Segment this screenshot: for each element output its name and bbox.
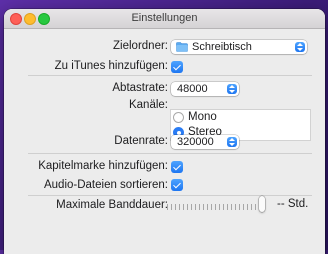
chevron-up-down-icon bbox=[227, 137, 237, 147]
divider bbox=[28, 75, 312, 76]
target-folder-value: Schreibtisch bbox=[192, 41, 252, 53]
folder-icon bbox=[176, 42, 188, 52]
divider bbox=[28, 153, 312, 154]
chevron-up-down-icon bbox=[295, 42, 305, 52]
data-rate-label: Datenrate: bbox=[114, 135, 168, 147]
target-folder-label: Zielordner: bbox=[113, 40, 168, 52]
divider bbox=[28, 195, 312, 196]
sort-audio-label: Audio-Dateien sortieren: bbox=[43, 179, 168, 191]
max-band-duration-unit: Std. bbox=[287, 198, 309, 210]
max-band-duration-value: -- bbox=[277, 198, 285, 210]
sample-rate-label: Abtastrate: bbox=[112, 82, 168, 94]
radio-mono[interactable] bbox=[173, 112, 184, 123]
radio-mono-label[interactable]: Mono bbox=[188, 111, 217, 123]
sample-rate-popup[interactable]: 48000 bbox=[171, 82, 239, 96]
max-band-duration-slider-thumb[interactable] bbox=[259, 196, 265, 212]
chevron-up-down-icon bbox=[227, 84, 237, 94]
data-rate-value: 320000 bbox=[177, 136, 214, 148]
chapter-marks-label: Kapitelmarke hinzufügen: bbox=[38, 160, 168, 172]
preferences-window: Einstellungen Zielordner: Schreibtisch Z… bbox=[4, 9, 325, 254]
max-band-duration-label: Maximale Banddauer: bbox=[56, 199, 168, 211]
channels-label: Kanäle: bbox=[128, 99, 168, 111]
add-to-itunes-checkbox[interactable] bbox=[171, 61, 183, 73]
max-band-duration-slider-track[interactable] bbox=[167, 202, 265, 212]
target-folder-popup[interactable]: Schreibtisch bbox=[171, 40, 307, 54]
chapter-marks-checkbox[interactable] bbox=[171, 161, 183, 173]
add-to-itunes-label: Zu iTunes hinzufügen: bbox=[54, 60, 168, 72]
title-bar: Einstellungen bbox=[4, 9, 325, 29]
max-band-duration-readout: -- Std. bbox=[277, 198, 308, 210]
data-rate-popup[interactable]: 320000 bbox=[171, 135, 239, 149]
sort-audio-checkbox[interactable] bbox=[171, 179, 183, 191]
sample-rate-value: 48000 bbox=[177, 83, 208, 95]
window-title: Einstellungen bbox=[131, 12, 198, 24]
